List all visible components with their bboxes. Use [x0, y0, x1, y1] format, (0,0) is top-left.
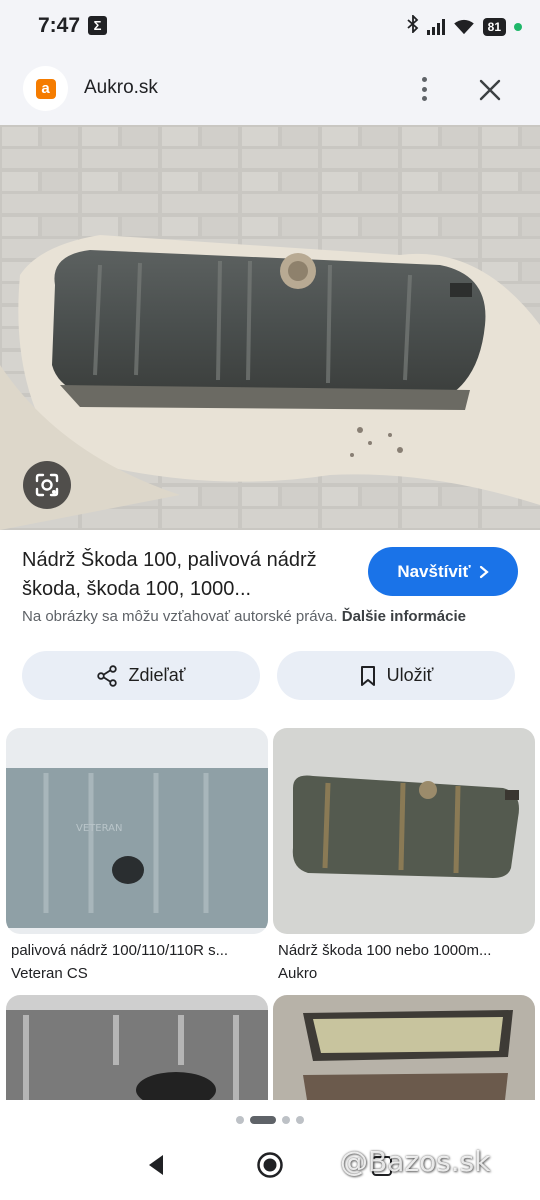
visit-button[interactable]: Navštíviť	[368, 547, 518, 596]
page-dot	[282, 1116, 290, 1124]
main-image[interactable]	[0, 125, 540, 530]
page-dot-active	[250, 1116, 276, 1124]
share-icon	[97, 664, 118, 687]
chevron-right-icon	[479, 565, 489, 578]
page-dot	[296, 1116, 304, 1124]
close-icon[interactable]	[477, 77, 503, 103]
site-logo[interactable]: a	[23, 66, 68, 111]
share-button-label: Zdieľať	[128, 665, 186, 685]
related-thumbnail	[6, 995, 268, 1100]
related-thumbnail	[273, 995, 535, 1100]
source-header: a Aukro.sk	[0, 52, 540, 125]
copyright-notice: Na obrázky sa môžu vzťahovať autorské pr…	[22, 608, 532, 625]
related-thumbnail	[273, 728, 535, 934]
related-thumbnail: VETERAN	[6, 728, 268, 934]
more-info-link[interactable]: Ďalšie informácie	[342, 608, 466, 625]
related-caption: Nádrž škoda 100 nebo 1000m...	[278, 942, 492, 959]
bookmark-icon	[360, 665, 375, 686]
privacy-dot-icon	[514, 22, 522, 31]
related-result[interactable]	[6, 995, 268, 1100]
bluetooth-icon	[407, 13, 419, 38]
lens-search-button[interactable]	[23, 461, 71, 509]
status-bar: 7:47 Σ 81	[0, 0, 540, 52]
related-source: Aukro	[278, 965, 318, 982]
lens-icon	[35, 473, 59, 497]
status-time: 7:47	[38, 14, 81, 37]
save-button-label: Uložiť	[386, 665, 434, 685]
related-result[interactable]	[273, 995, 535, 1100]
status-indicators: 81	[407, 13, 522, 38]
save-button[interactable]: Uložiť	[277, 651, 515, 700]
related-result[interactable]: VETERAN palivová nádrž 100/110/110R s...…	[6, 728, 268, 982]
result-title[interactable]: Nádrž Škoda 100, palivová nádrž škoda, š…	[22, 546, 362, 604]
watermark: @Bazos.sk	[340, 1145, 491, 1178]
related-source: Veteran CS	[11, 965, 88, 982]
sigma-notification-icon: Σ	[88, 16, 107, 35]
site-name[interactable]: Aukro.sk	[84, 77, 158, 99]
battery-indicator: 81	[482, 17, 506, 36]
visit-button-label: Navštíviť	[397, 561, 471, 581]
signal-icon	[426, 18, 445, 35]
wifi-icon	[453, 19, 474, 34]
site-logo-letter: a	[35, 78, 56, 99]
more-options-icon[interactable]	[410, 74, 438, 104]
home-nav-icon[interactable]	[256, 1151, 284, 1179]
back-nav-icon[interactable]	[145, 1153, 167, 1177]
svg-text:VETERAN: VETERAN	[76, 823, 122, 834]
share-button[interactable]: Zdieľať	[22, 651, 260, 700]
related-result[interactable]: Nádrž škoda 100 nebo 1000m... Aukro	[273, 728, 535, 982]
page-dot	[236, 1116, 244, 1124]
page-indicator	[0, 1100, 540, 1140]
copyright-text: Na obrázky sa môžu vzťahovať autorské pr…	[22, 608, 338, 625]
related-caption: palivová nádrž 100/110/110R s...	[11, 942, 229, 959]
fuel-tank-photo	[0, 125, 540, 530]
